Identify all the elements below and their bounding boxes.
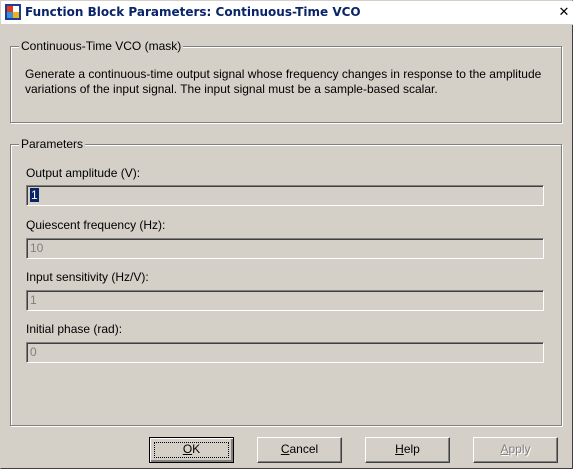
input-sensitivity-field[interactable]: 1 (26, 290, 544, 311)
parameters-group-title: Parameters (19, 137, 86, 151)
ok-button[interactable]: OK (149, 437, 234, 463)
dialog-window: Function Block Parameters: Continuous-Ti… (0, 0, 573, 469)
title-bar[interactable]: Function Block Parameters: Continuous-Ti… (1, 1, 573, 24)
quiescent-frequency-label: Quiescent frequency (Hz): (26, 218, 166, 232)
apply-button[interactable]: Apply (473, 437, 558, 463)
simulink-block-icon (5, 4, 21, 20)
title-divider (1, 24, 573, 25)
window-title: Function Block Parameters: Continuous-Ti… (25, 5, 361, 19)
initial-phase-field[interactable]: 0 (26, 342, 544, 363)
ok-label: OK (182, 442, 201, 456)
output-amplitude-label: Output amplitude (V): (26, 166, 141, 180)
mask-description: Generate a continuous-time output signal… (25, 67, 542, 96)
help-button[interactable]: Help (365, 437, 450, 463)
help-label: Help (395, 442, 420, 456)
mask-description-group: Continuous-Time VCO (mask) Generate a co… (10, 39, 562, 123)
cancel-button[interactable]: Cancel (257, 437, 342, 463)
output-amplitude-field[interactable]: 1 (26, 185, 544, 206)
cancel-label: Cancel (280, 442, 319, 456)
initial-phase-label: Initial phase (rad): (26, 322, 123, 336)
input-sensitivity-label: Input sensitivity (Hz/V): (26, 270, 149, 284)
close-button[interactable]: ✕ (556, 4, 572, 20)
apply-label: Apply (500, 442, 531, 456)
parameters-group: Parameters Output amplitude (V): 1 Quies… (10, 137, 562, 426)
mask-group-title: Continuous-Time VCO (mask) (19, 39, 184, 53)
quiescent-frequency-field[interactable]: 10 (26, 238, 544, 259)
close-icon: ✕ (558, 4, 570, 19)
